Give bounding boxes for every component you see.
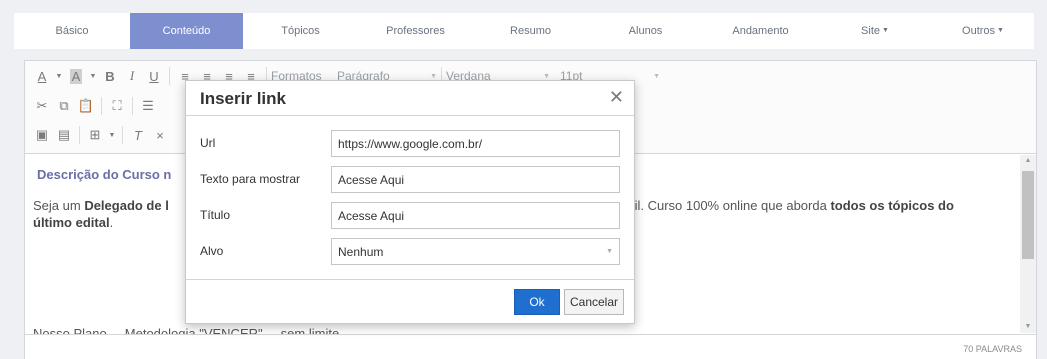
- tab-label: Outros: [962, 25, 996, 37]
- caret-down-icon: ▼: [543, 72, 550, 80]
- text-to-display-input[interactable]: [331, 166, 620, 193]
- cancel-button[interactable]: Cancelar: [564, 289, 624, 315]
- cut-icon[interactable]: ✂: [31, 95, 53, 117]
- background-color-icon[interactable]: A: [65, 65, 87, 87]
- caret-down-icon[interactable]: ▼: [87, 65, 99, 87]
- title-label: Título: [200, 208, 231, 222]
- tab-label: Andamento: [732, 25, 789, 37]
- separator: [101, 97, 102, 115]
- ok-button[interactable]: Ok: [514, 289, 560, 315]
- url-row: Url: [200, 130, 620, 158]
- text-row: Texto para mostrar: [200, 166, 620, 194]
- page: Básico Conteúdo Tópicos Professores Resu…: [0, 0, 1047, 359]
- text-span: .: [109, 215, 114, 230]
- text-color-icon[interactable]: A: [31, 65, 53, 87]
- insert-link-dialog: Inserir link ✕ Url Texto para mostrar Tí…: [185, 80, 635, 324]
- separator: [132, 97, 133, 115]
- bold-text: todos os tópicos do: [830, 198, 954, 213]
- tab-andamento[interactable]: Andamento: [703, 13, 818, 49]
- tab-topicos[interactable]: Tópicos: [243, 13, 358, 49]
- toolbar-row-2: ✂ ⧉ 📋 ⛶ ☰: [31, 93, 159, 119]
- word-count: 70 PALAVRAS: [963, 344, 1022, 354]
- editor-scrollbar[interactable]: ▲ ▼: [1020, 155, 1036, 333]
- tab-professores[interactable]: Professores: [358, 13, 473, 49]
- tab-label: Resumo: [510, 25, 551, 37]
- bold-text: Delegado de l: [84, 198, 169, 213]
- title-row: Título: [200, 202, 620, 230]
- media-icon[interactable]: ▤: [53, 124, 75, 146]
- clear-formatting-icon[interactable]: T: [127, 124, 149, 146]
- target-selected-value: Nenhum: [338, 245, 384, 259]
- bold-icon[interactable]: B: [99, 65, 121, 87]
- title-input[interactable]: [331, 202, 620, 229]
- tab-label: Tópicos: [281, 25, 320, 37]
- bold-text: último edital: [33, 215, 110, 230]
- text-span: Seja um: [33, 198, 85, 213]
- underline-icon[interactable]: U: [143, 65, 165, 87]
- separator: [169, 67, 170, 85]
- tab-label: Conteúdo: [162, 25, 211, 37]
- url-input[interactable]: [331, 130, 620, 157]
- tab-site[interactable]: Site ▼: [818, 13, 932, 49]
- caret-down-icon[interactable]: ▼: [53, 65, 65, 87]
- target-row: Alvo Nenhum ▼: [200, 238, 620, 266]
- dialog-header: Inserir link ✕: [186, 81, 634, 116]
- url-label: Url: [200, 136, 216, 150]
- caret-down-icon[interactable]: ▼: [106, 124, 118, 146]
- caret-down-icon: ▼: [430, 72, 437, 80]
- tab-resumo[interactable]: Resumo: [473, 13, 588, 49]
- tab-alunos[interactable]: Alunos: [588, 13, 703, 49]
- dialog-title: Inserir link: [200, 89, 286, 108]
- tab-label: Alunos: [628, 25, 663, 37]
- tab-label: Professores: [386, 25, 445, 37]
- close-icon[interactable]: ✕: [609, 87, 624, 108]
- separator: [79, 126, 80, 144]
- italic-icon[interactable]: I: [121, 65, 143, 87]
- caret-down-icon: ▼: [882, 27, 889, 35]
- caret-down-icon: ▼: [606, 248, 613, 255]
- text-span: asil. Curso 100% online que aborda: [620, 198, 831, 213]
- dialog-footer: Ok Cancelar: [186, 279, 634, 323]
- target-label: Alvo: [200, 244, 224, 258]
- image-icon[interactable]: ▣: [31, 124, 53, 146]
- tab-conteudo[interactable]: Conteúdo: [130, 13, 243, 49]
- tab-basico[interactable]: Básico: [14, 13, 130, 49]
- scroll-down-icon[interactable]: ▼: [1020, 321, 1036, 333]
- scroll-up-icon[interactable]: ▲: [1020, 155, 1036, 167]
- subscript-icon[interactable]: ×: [149, 124, 171, 146]
- find-icon[interactable]: ⛶: [106, 95, 128, 117]
- target-select[interactable]: Nenhum ▼: [331, 238, 620, 265]
- course-tabs: Básico Conteúdo Tópicos Professores Resu…: [14, 13, 1034, 49]
- bullet-list-icon[interactable]: ☰: [137, 95, 159, 117]
- text-to-display-label: Texto para mostrar: [200, 172, 301, 186]
- tab-label: Site: [861, 25, 881, 37]
- table-icon[interactable]: ⊞: [84, 124, 106, 146]
- editor-statusbar: 70 PALAVRAS: [25, 334, 1036, 359]
- tab-outros[interactable]: Outros ▼: [932, 13, 1034, 49]
- caret-down-icon: ▼: [997, 27, 1004, 35]
- paste-icon[interactable]: 📋: [75, 95, 97, 117]
- tab-label: Básico: [55, 25, 89, 37]
- caret-down-icon: ▼: [653, 72, 660, 80]
- separator: [122, 126, 123, 144]
- scroll-thumb[interactable]: [1022, 171, 1034, 259]
- toolbar-row-3: ▣ ▤ ⊞ ▼ T ×: [31, 122, 171, 148]
- copy-icon[interactable]: ⧉: [53, 95, 75, 117]
